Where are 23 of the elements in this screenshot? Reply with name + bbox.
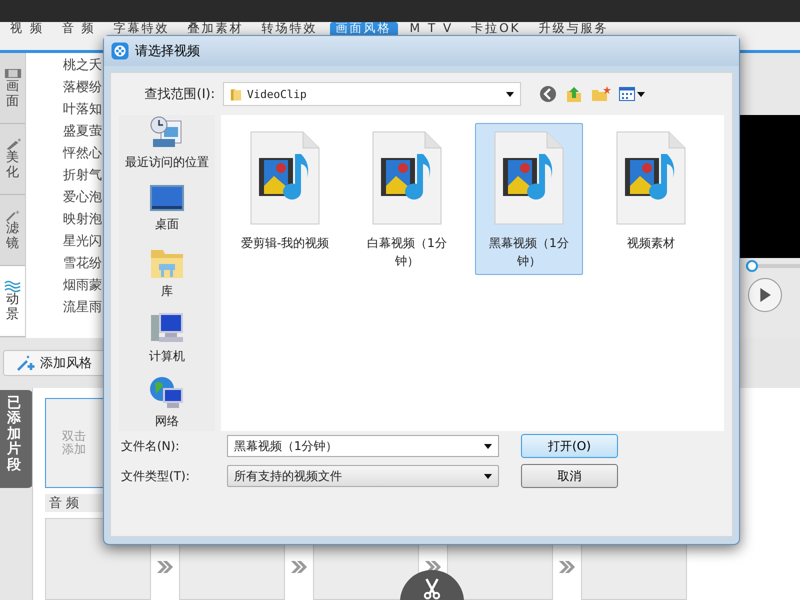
look-in-dropdown[interactable]: VideoClip xyxy=(223,82,521,106)
open-button[interactable]: 打开(O) xyxy=(521,434,618,458)
file-item[interactable]: 爱剪辑-我的视频 xyxy=(231,123,339,257)
side-tab[interactable]: 动景 xyxy=(0,266,25,337)
menu-tab[interactable]: 音 频 xyxy=(56,22,102,50)
file-item[interactable]: 白幕视频（1分钟） xyxy=(353,123,461,275)
cancel-button[interactable]: 取消 xyxy=(521,464,618,488)
place-item[interactable]: 库 xyxy=(149,244,185,302)
look-in-label: 查找范围(I): xyxy=(144,86,215,103)
menu-tab[interactable]: 视 频 xyxy=(4,22,50,50)
dialog-title: 请选择视频 xyxy=(135,43,200,60)
file-item[interactable]: 视频素材 xyxy=(597,123,705,257)
place-item[interactable]: 桌面 xyxy=(149,180,185,237)
file-type-dropdown[interactable]: 所有支持的视频文件 xyxy=(227,465,499,487)
side-tab-label: 滤镜 xyxy=(6,222,19,251)
place-item[interactable]: 最近访问的位置 xyxy=(125,115,209,172)
clips-tab[interactable]: 已添加片段 xyxy=(0,390,33,488)
side-tab-label: 美化 xyxy=(6,151,19,180)
side-tab-label: 画面 xyxy=(6,80,19,109)
side-tab-label: 动景 xyxy=(6,293,19,322)
place-item[interactable]: 网络 xyxy=(149,374,185,431)
file-item[interactable]: 黑幕视频（1分钟） xyxy=(475,123,583,275)
file-name-field[interactable]: 黑幕视频（1分钟） xyxy=(227,435,499,457)
